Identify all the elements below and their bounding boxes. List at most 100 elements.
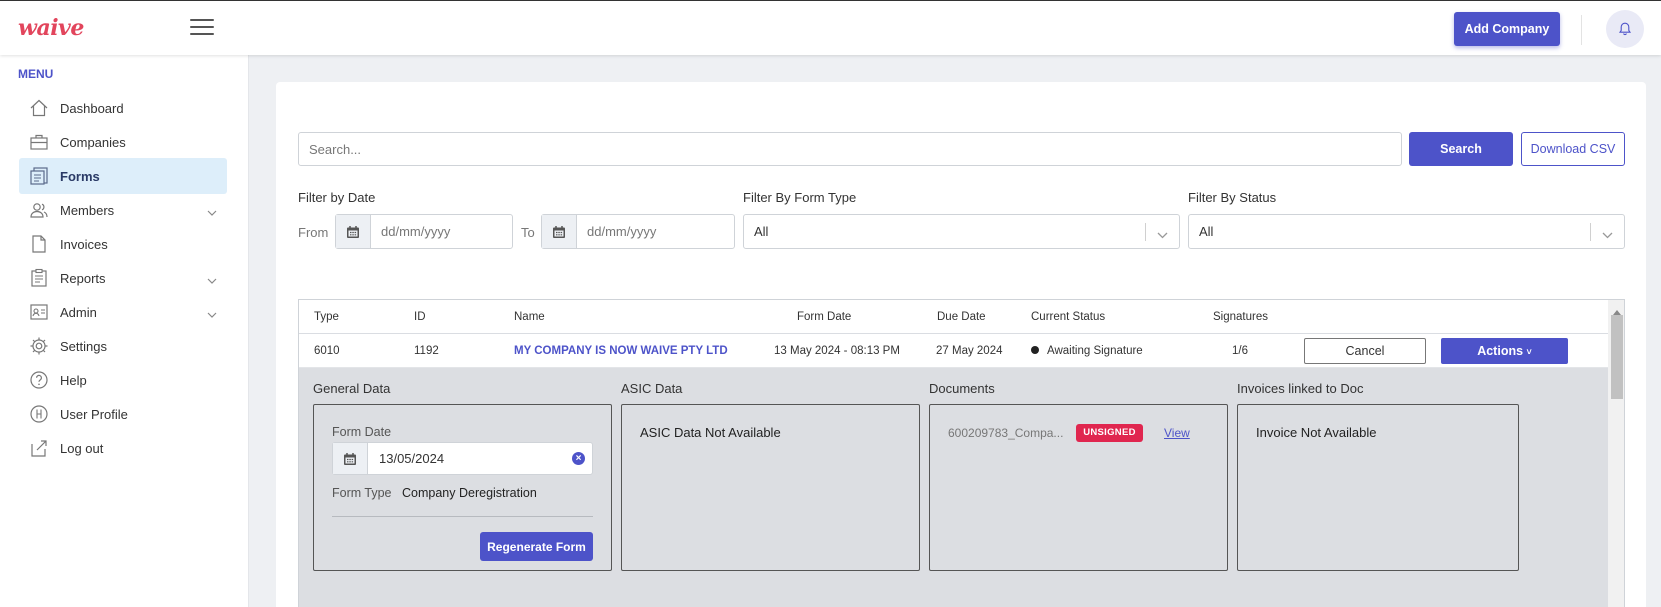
invoice-text: Invoice Not Available — [1256, 425, 1377, 440]
chevron-down-icon[interactable] — [207, 272, 217, 287]
cancel-button[interactable]: Cancel — [1304, 338, 1426, 364]
row-detail-panel: General Data Form Date 13/05/2024 × Form… — [299, 368, 1608, 607]
sidebar-item-settings[interactable]: Settings — [19, 328, 227, 364]
cell-signatures: 1/6 — [1232, 345, 1248, 357]
from-date-input[interactable] — [371, 215, 505, 248]
actions-label: Actions — [1477, 344, 1524, 358]
form-date-field[interactable]: 13/05/2024 × — [332, 442, 593, 475]
from-date-field[interactable] — [335, 214, 513, 249]
sidebar-item-label: User Profile — [60, 406, 128, 422]
sidebar: MENU Dashboard Companies Forms Members I… — [0, 55, 249, 607]
calendar-icon[interactable] — [542, 215, 577, 248]
sidebar-item-log-out[interactable]: Log out — [19, 430, 227, 466]
to-date-input[interactable] — [577, 215, 727, 248]
cell-type: 6010 — [314, 345, 340, 357]
asic-data-text: ASIC Data Not Available — [640, 425, 781, 440]
column-header-due-date[interactable]: Due Date — [937, 311, 986, 323]
calendar-icon[interactable] — [333, 443, 368, 474]
form-date-label: Form Date — [332, 425, 392, 439]
sidebar-item-help[interactable]: Help — [19, 362, 227, 398]
divider — [332, 516, 593, 517]
column-header-name[interactable]: Name — [514, 311, 545, 323]
top-header: waive Add Company — [0, 0, 1661, 55]
cell-name-link[interactable]: MY COMPANY IS NOW WAIVE PTY LTD — [514, 345, 728, 357]
regenerate-form-button[interactable]: Regenerate Form — [480, 532, 593, 561]
to-label: To — [521, 225, 535, 240]
cell-form-date: 13 May 2024 - 08:13 PM — [774, 345, 900, 357]
table-scrollbar[interactable] — [1608, 300, 1624, 607]
sidebar-item-forms[interactable]: Forms — [19, 158, 227, 194]
filter-date-label: Filter by Date — [298, 190, 376, 205]
sidebar-item-invoices[interactable]: Invoices — [19, 226, 227, 262]
document-name: 600209783_Compa... — [948, 426, 1064, 440]
waive-logo[interactable]: waive — [18, 15, 84, 41]
form-type-value: All — [754, 224, 769, 239]
briefcase-icon — [28, 131, 50, 153]
chevron-down-icon: ˅ — [1526, 347, 1532, 357]
chevron-down-icon[interactable] — [207, 204, 217, 219]
form-type-select[interactable]: All — [743, 214, 1180, 249]
to-date-field[interactable] — [541, 214, 735, 249]
document-icon — [28, 233, 50, 255]
sidebar-item-companies[interactable]: Companies — [19, 124, 227, 160]
forms-table: Type ID Name Form Date Due Date Current … — [298, 299, 1625, 607]
actions-button[interactable]: Actions ˅ — [1441, 338, 1568, 364]
home-icon — [28, 97, 50, 119]
sidebar-item-label: Help — [60, 372, 87, 388]
header-divider — [1581, 15, 1582, 45]
sidebar-item-members[interactable]: Members — [19, 192, 227, 228]
clear-date-icon[interactable]: × — [572, 452, 585, 465]
search-button[interactable]: Search — [1409, 132, 1513, 166]
documents-panel: 600209783_Compa... UNSIGNED View — [929, 404, 1228, 571]
view-document-link[interactable]: View — [1164, 426, 1190, 440]
form-type-value: Company Deregistration — [402, 486, 537, 500]
filter-form-type-label: Filter By Form Type — [743, 190, 857, 205]
sidebar-item-label: Invoices — [60, 236, 108, 252]
sidebar-item-reports[interactable]: Reports — [19, 260, 227, 296]
sidebar-item-label: Admin — [60, 304, 97, 320]
add-company-button[interactable]: Add Company — [1454, 12, 1560, 46]
members-icon — [28, 199, 50, 221]
filter-status-label: Filter By Status — [1188, 190, 1277, 205]
logout-icon — [28, 437, 50, 459]
column-header-signatures[interactable]: Signatures — [1213, 311, 1268, 323]
status-value: All — [1199, 224, 1214, 239]
gear-icon — [28, 335, 50, 357]
report-icon — [28, 267, 50, 289]
cell-status: Awaiting Signature — [1031, 345, 1143, 357]
sidebar-item-dashboard[interactable]: Dashboard — [19, 90, 227, 126]
sidebar-item-admin[interactable]: Admin — [19, 294, 227, 330]
table-row[interactable]: 6010 1192 MY COMPANY IS NOW WAIVE PTY LT… — [299, 334, 1608, 368]
general-data-title: General Data — [313, 381, 391, 396]
scrollbar-thumb[interactable] — [1611, 315, 1623, 399]
column-header-form-date[interactable]: Form Date — [797, 311, 851, 323]
sidebar-item-label: Forms — [60, 168, 100, 184]
documents-title: Documents — [929, 381, 995, 396]
column-header-id[interactable]: ID — [414, 311, 426, 323]
sidebar-item-label: Reports — [60, 270, 106, 286]
column-header-type[interactable]: Type — [314, 311, 339, 323]
column-header-current-status[interactable]: Current Status — [1031, 311, 1105, 323]
download-csv-button[interactable]: Download CSV — [1521, 132, 1625, 166]
asic-data-panel: ASIC Data Not Available — [621, 404, 920, 571]
status-dot-icon — [1031, 346, 1039, 354]
notification-bell-icon[interactable] — [1606, 10, 1644, 48]
calendar-icon[interactable] — [336, 215, 371, 248]
help-icon — [28, 369, 50, 391]
sidebar-item-user-profile[interactable]: User Profile — [19, 396, 227, 432]
cell-due-date: 27 May 2024 — [936, 345, 1003, 357]
admin-icon — [28, 301, 50, 323]
status-select[interactable]: All — [1188, 214, 1625, 249]
search-input[interactable] — [298, 132, 1402, 166]
forms-card: Search Download CSV Filter by Date From … — [276, 82, 1646, 607]
menu-title: MENU — [18, 67, 54, 81]
status-text: Awaiting Signature — [1047, 345, 1143, 357]
chevron-down-icon[interactable] — [207, 306, 217, 321]
form-date-value[interactable]: 13/05/2024 — [368, 443, 444, 474]
from-label: From — [298, 225, 329, 240]
sidebar-item-label: Companies — [60, 134, 126, 150]
hamburger-menu-icon[interactable] — [190, 19, 214, 37]
sidebar-item-label: Log out — [60, 440, 104, 456]
user-profile-icon — [28, 403, 50, 425]
forms-icon — [28, 165, 50, 187]
